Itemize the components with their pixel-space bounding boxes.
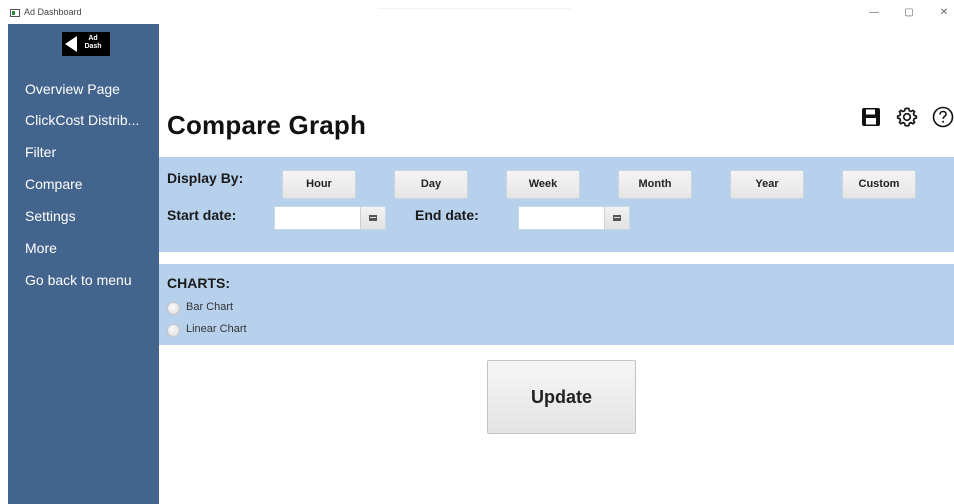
day-button[interactable]: Day [394, 170, 468, 199]
bar-chart-label: Bar Chart [186, 301, 234, 313]
save-icon[interactable] [860, 106, 882, 128]
charts-label: CHARTS: [167, 275, 230, 291]
start-date-input[interactable] [275, 207, 361, 229]
sidebar-item-clickcost-distribution[interactable]: ClickCost Distrib... [25, 112, 139, 128]
window-title: Ad Dashboard [24, 7, 82, 17]
divider [378, 8, 571, 9]
calendar-icon [369, 215, 377, 221]
linear-chart-radio[interactable] [167, 324, 180, 337]
sidebar: Ad Dash Overview Page ClickCost Distrib.… [8, 24, 159, 504]
sidebar-item-compare[interactable]: Compare [25, 176, 83, 192]
bar-chart-radio[interactable] [167, 302, 180, 315]
page-title: Compare Graph [167, 110, 367, 140]
start-date-label: Start date: [167, 207, 237, 223]
year-button[interactable]: Year [730, 170, 804, 199]
charts-panel [159, 264, 954, 345]
sidebar-item-overview-page[interactable]: Overview Page [25, 81, 120, 97]
hour-button[interactable]: Hour [282, 170, 356, 199]
close-icon[interactable]: ✕ [934, 7, 954, 19]
month-button[interactable]: Month [618, 170, 692, 199]
sidebar-item-more[interactable]: More [25, 240, 57, 256]
sidebar-item-settings[interactable]: Settings [25, 208, 76, 224]
logo-line-1: Ad [88, 35, 98, 42]
sidebar-item-go-back-to-menu[interactable]: Go back to menu [25, 272, 132, 288]
end-date-label: End date: [415, 207, 479, 223]
logo-text: Ad Dash [80, 35, 106, 51]
window-title-bar: Ad Dashboard — ▢ ✕ [0, 0, 954, 24]
update-button[interactable]: Update [487, 360, 636, 434]
start-date-calendar-button[interactable] [360, 207, 385, 229]
sidebar-item-filter[interactable]: Filter [25, 144, 56, 160]
settings-gear-icon[interactable] [896, 106, 918, 128]
logo-line-2: Dash [84, 43, 102, 50]
custom-button[interactable]: Custom [842, 170, 916, 199]
minimize-icon[interactable]: — [864, 7, 884, 19]
app-icon [10, 9, 20, 17]
start-date-picker [274, 206, 386, 230]
help-icon[interactable] [932, 106, 954, 128]
end-date-calendar-button[interactable] [604, 207, 629, 229]
week-button[interactable]: Week [506, 170, 580, 199]
app-logo: Ad Dash [62, 32, 110, 56]
display-by-label: Display By: [167, 170, 244, 186]
end-date-picker [518, 206, 630, 230]
end-date-input[interactable] [519, 207, 605, 229]
maximize-icon[interactable]: ▢ [899, 7, 919, 19]
logo-arrow-icon [65, 36, 77, 52]
linear-chart-label: Linear Chart [186, 323, 247, 335]
calendar-icon [613, 215, 621, 221]
